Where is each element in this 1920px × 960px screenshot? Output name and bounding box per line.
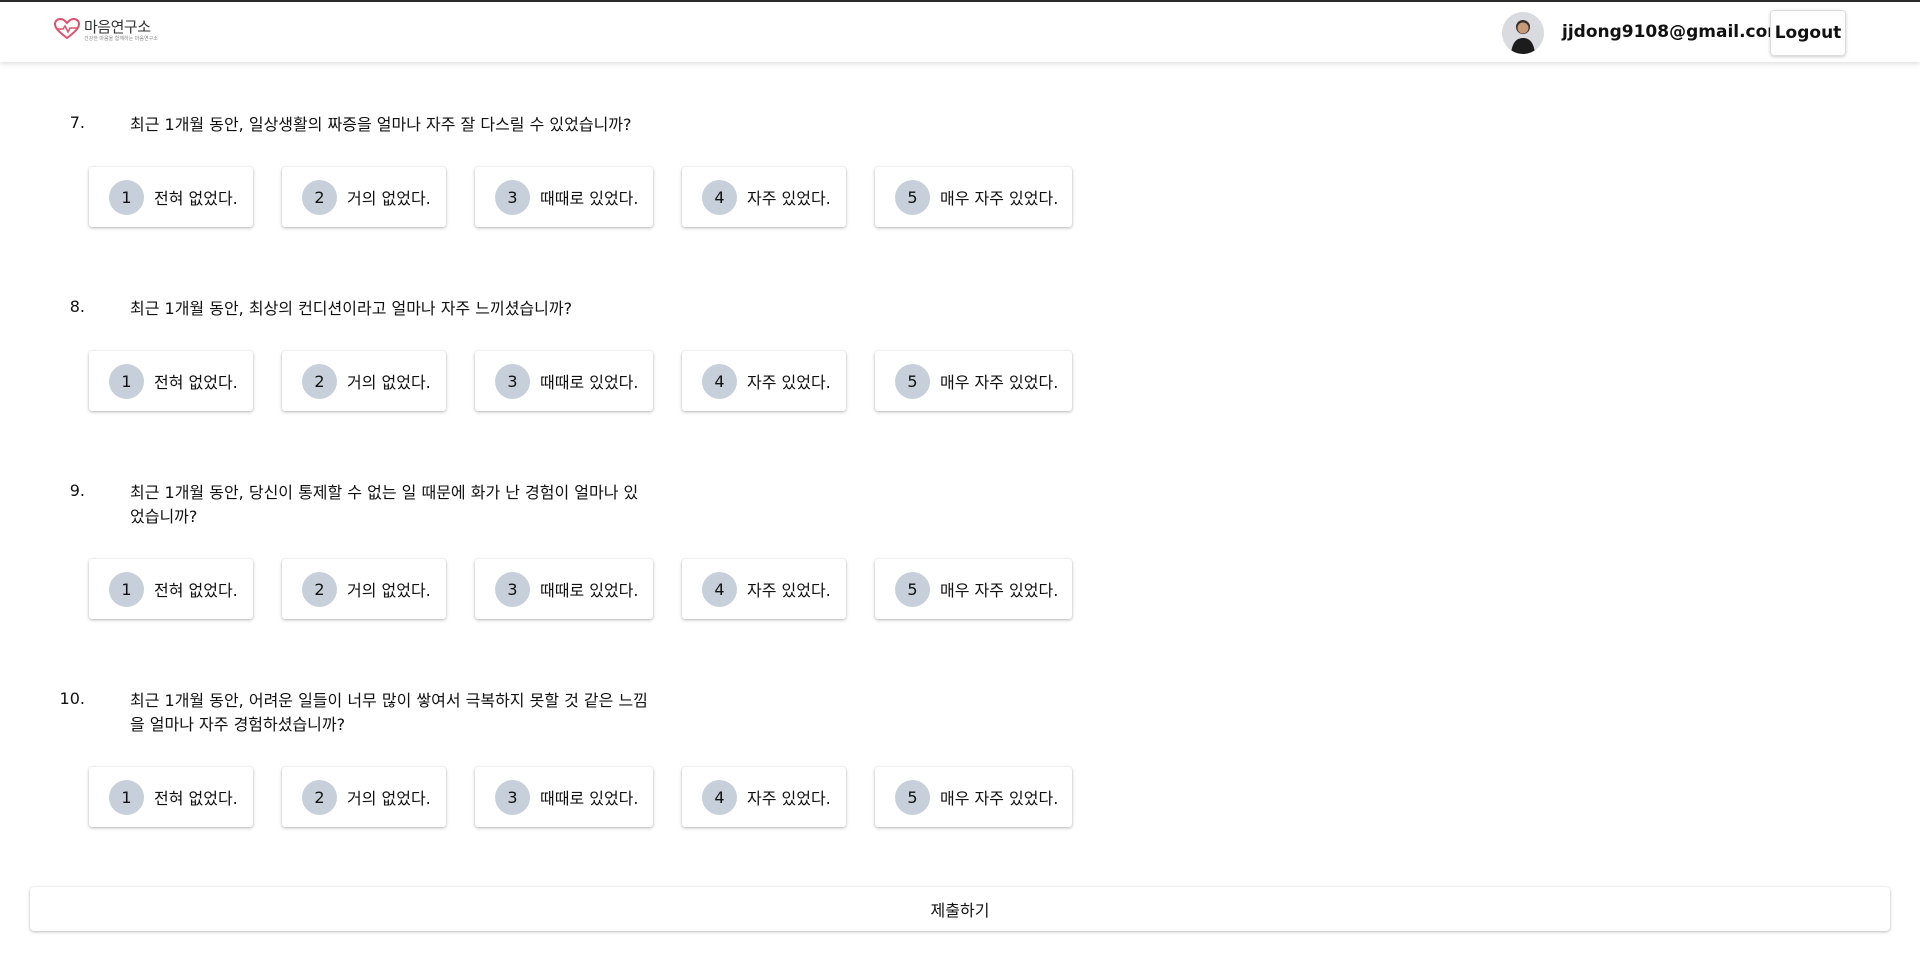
option-number: 5 [895,363,930,399]
option-5[interactable]: 5 매우 자주 있었다. [875,167,1072,227]
option-3[interactable]: 3 때때로 있었다. [475,767,653,827]
option-number: 2 [302,571,337,607]
option-2[interactable]: 2 거의 없었다. [282,351,446,411]
logout-button[interactable]: Logout [1770,10,1846,56]
option-number: 2 [302,363,337,399]
option-label: 매우 자주 있었다. [940,373,1059,392]
option-4[interactable]: 4 자주 있었다. [682,767,846,827]
option-label: 매우 자주 있었다. [940,789,1059,808]
user-email: jjdong9108@gmail.com [1562,22,1786,42]
option-number: 3 [495,363,530,399]
submit-button[interactable]: 제출하기 [30,887,1890,931]
option-number: 1 [109,363,144,399]
option-number: 5 [895,779,930,815]
option-label: 전혀 없었다. [154,189,238,208]
option-label: 거의 없었다. [347,789,431,808]
option-3[interactable]: 3 때때로 있었다. [475,559,653,619]
option-3[interactable]: 3 때때로 있었다. [475,167,653,227]
option-number: 4 [702,179,737,215]
logo-subtitle: 건강한 마음을 함께하는 마음연구소 [84,36,158,42]
option-1[interactable]: 1 전혀 없었다. [89,767,253,827]
option-5[interactable]: 5 매우 자주 있었다. [875,767,1072,827]
option-number: 3 [495,779,530,815]
option-5[interactable]: 5 매우 자주 있었다. [875,559,1072,619]
option-label: 거의 없었다. [347,373,431,392]
question-number: 8. [69,297,85,316]
option-label: 전혀 없었다. [154,373,238,392]
option-number: 4 [702,571,737,607]
option-label: 전혀 없었다. [154,789,238,808]
option-2[interactable]: 2 거의 없었다. [282,559,446,619]
option-number: 2 [302,779,337,815]
option-number: 3 [495,571,530,607]
app-header: 마음연구소 건강한 마음을 함께하는 마음연구소 jjdong9108@gmai… [0,2,1920,62]
option-2[interactable]: 2 거의 없었다. [282,167,446,227]
logo-title: 마음연구소 [84,18,151,36]
option-1[interactable]: 1 전혀 없었다. [89,167,253,227]
question-number: 10. [59,689,85,708]
option-4[interactable]: 4 자주 있었다. [682,559,846,619]
option-number: 1 [109,571,144,607]
option-label: 자주 있었다. [747,373,831,392]
option-4[interactable]: 4 자주 있었다. [682,167,846,227]
option-label: 자주 있었다. [747,789,831,808]
option-label: 때때로 있었다. [540,189,639,208]
question-text: 최근 1개월 동안, 당신이 통제할 수 없는 일 때문에 화가 난 경험이 얼… [130,483,639,526]
option-1[interactable]: 1 전혀 없었다. [89,559,253,619]
option-number: 4 [702,363,737,399]
heart-logo-icon [54,18,80,40]
option-number: 1 [109,179,144,215]
option-number: 1 [109,779,144,815]
option-label: 전혀 없었다. [154,581,238,600]
option-number: 5 [895,179,930,215]
logo[interactable]: 마음연구소 건강한 마음을 함께하는 마음연구소 [54,18,158,42]
option-label: 자주 있었다. [747,189,831,208]
question-text: 최근 1개월 동안, 최상의 컨디션이라고 얼마나 자주 느끼셨습니까? [130,299,573,318]
option-2[interactable]: 2 거의 없었다. [282,767,446,827]
option-number: 3 [495,179,530,215]
avatar[interactable] [1502,12,1544,54]
option-1[interactable]: 1 전혀 없었다. [89,351,253,411]
question-number: 7. [69,113,85,132]
option-4[interactable]: 4 자주 있었다. [682,351,846,411]
option-label: 때때로 있었다. [540,581,639,600]
option-3[interactable]: 3 때때로 있었다. [475,351,653,411]
option-label: 거의 없었다. [347,189,431,208]
question-number: 9. [69,481,85,500]
option-number: 5 [895,571,930,607]
option-5[interactable]: 5 매우 자주 있었다. [875,351,1072,411]
option-label: 때때로 있었다. [540,373,639,392]
option-label: 때때로 있었다. [540,789,639,808]
option-label: 매우 자주 있었다. [940,189,1059,208]
question-text: 최근 1개월 동안, 일상생활의 짜증을 얼마나 자주 잘 다스릴 수 있었습니… [130,115,632,134]
question-text: 최근 1개월 동안, 어려운 일들이 너무 많이 쌓여서 극복하지 못할 것 같… [130,691,648,734]
option-label: 거의 없었다. [347,581,431,600]
option-number: 2 [302,179,337,215]
option-number: 4 [702,779,737,815]
option-label: 자주 있었다. [747,581,831,600]
option-label: 매우 자주 있었다. [940,581,1059,600]
user-photo-icon [1502,12,1544,54]
